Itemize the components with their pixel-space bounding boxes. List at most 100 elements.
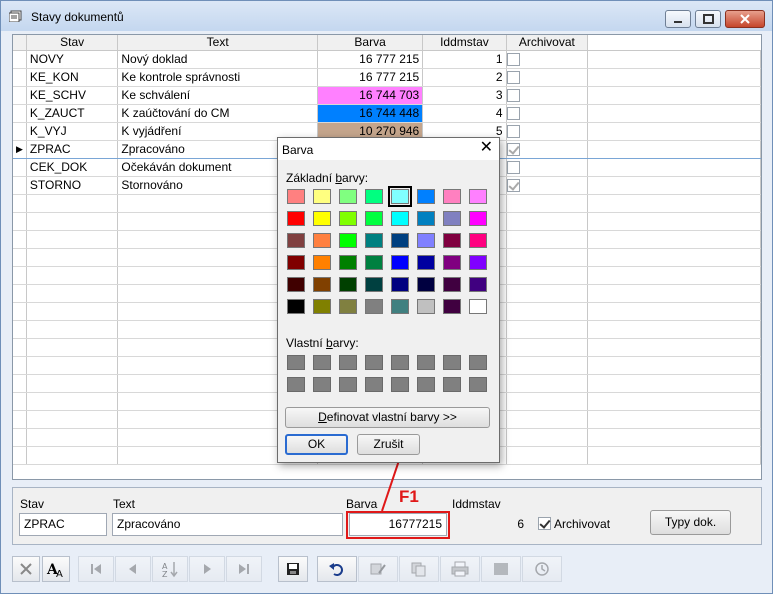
cell-archivovat[interactable] [506, 122, 589, 141]
color-swatch[interactable] [287, 233, 305, 248]
custom-color-swatch[interactable] [339, 355, 357, 370]
custom-color-swatch[interactable] [287, 355, 305, 370]
color-swatch[interactable] [391, 233, 409, 248]
archivovat-checkbox[interactable] [506, 142, 520, 156]
cell-archivovat[interactable] [506, 104, 589, 123]
color-swatch[interactable] [443, 277, 461, 292]
cell-archivovat[interactable] [506, 50, 589, 69]
stav-input[interactable]: ZPRAC [19, 513, 107, 536]
color-swatch[interactable] [443, 299, 461, 314]
cell-stav[interactable]: K_VYJ [26, 122, 119, 141]
cell-text[interactable]: Ke kontrole správnosti [117, 68, 318, 87]
color-swatch[interactable] [469, 277, 487, 292]
color-swatch[interactable] [365, 233, 383, 248]
cell-barva[interactable]: 16 744 448 [317, 104, 424, 123]
color-swatch[interactable] [313, 211, 331, 226]
cell-stav[interactable]: K_ZAUCT [26, 104, 119, 123]
color-swatch[interactable] [365, 255, 383, 270]
color-swatch[interactable] [287, 299, 305, 314]
cell-iddmstav[interactable]: 1 [422, 50, 507, 69]
color-swatch[interactable] [391, 211, 409, 226]
custom-color-swatch[interactable] [365, 377, 383, 392]
tb-font-button[interactable]: AA [42, 556, 70, 582]
tb-first-button[interactable] [78, 556, 114, 582]
close-window-button[interactable] [725, 10, 765, 28]
color-swatch[interactable] [469, 189, 487, 204]
color-swatch[interactable] [313, 299, 331, 314]
tb-copy-button[interactable] [399, 556, 439, 582]
cell-stav[interactable]: STORNO [26, 176, 119, 195]
define-custom-colors-button[interactable]: Definovat vlastní barvy >> [285, 407, 490, 428]
tb-undo-button[interactable] [317, 556, 357, 582]
color-swatch[interactable] [339, 255, 357, 270]
table-row[interactable]: K_ZAUCT K zaúčtování do CM 16 744 448 4 [13, 104, 761, 123]
color-swatch[interactable] [339, 189, 357, 204]
custom-color-swatch[interactable] [313, 355, 331, 370]
custom-color-swatch[interactable] [469, 355, 487, 370]
custom-color-swatch[interactable] [417, 377, 435, 392]
color-swatch[interactable] [339, 211, 357, 226]
color-swatch[interactable] [417, 255, 435, 270]
color-swatch[interactable] [287, 189, 305, 204]
ok-button[interactable]: OK [285, 434, 348, 455]
color-swatch[interactable] [391, 299, 409, 314]
color-swatch[interactable] [313, 277, 331, 292]
header-text[interactable]: Text [117, 35, 318, 51]
cell-text[interactable]: Nový doklad [117, 50, 318, 69]
tb-sort-button[interactable]: AZ [152, 556, 188, 582]
cancel-button[interactable]: Zrušit [357, 434, 420, 455]
custom-color-swatch[interactable] [443, 355, 461, 370]
custom-color-swatch[interactable] [339, 377, 357, 392]
cell-archivovat[interactable] [506, 68, 589, 87]
color-swatch[interactable] [287, 277, 305, 292]
table-row[interactable]: KE_SCHV Ke schválení 16 744 703 3 [13, 86, 761, 105]
cell-text[interactable]: K zaúčtování do CM [117, 104, 318, 123]
color-swatch[interactable] [417, 299, 435, 314]
cell-stav[interactable]: KE_SCHV [26, 86, 119, 105]
color-swatch[interactable] [469, 255, 487, 270]
color-swatch[interactable] [391, 255, 409, 270]
header-barva[interactable]: Barva [317, 35, 424, 51]
custom-color-swatch[interactable] [391, 355, 409, 370]
archivovat-checkbox[interactable] [506, 52, 520, 66]
dialog-close-icon[interactable]: ✕ [480, 140, 493, 156]
custom-color-swatch[interactable] [365, 355, 383, 370]
cell-iddmstav[interactable]: 3 [422, 86, 507, 105]
custom-color-swatch[interactable] [391, 377, 409, 392]
archivovat-checkbox[interactable] [506, 160, 520, 174]
header-stav[interactable]: Stav [26, 35, 119, 51]
color-swatch[interactable] [391, 277, 409, 292]
cell-archivovat[interactable] [506, 158, 589, 177]
color-swatch[interactable] [339, 233, 357, 248]
minimize-button[interactable] [665, 10, 691, 28]
color-swatch[interactable] [443, 255, 461, 270]
tb-close-button[interactable] [12, 556, 40, 582]
color-swatch[interactable] [313, 233, 331, 248]
color-swatch[interactable] [469, 299, 487, 314]
cell-iddmstav[interactable]: 2 [422, 68, 507, 87]
color-swatch[interactable] [339, 299, 357, 314]
cell-stav[interactable]: NOVY [26, 50, 119, 69]
tb-prev-button[interactable] [115, 556, 151, 582]
color-swatch[interactable] [469, 233, 487, 248]
cell-iddmstav[interactable]: 4 [422, 104, 507, 123]
color-swatch[interactable] [417, 189, 435, 204]
tb-save-button[interactable] [278, 556, 308, 582]
color-swatch[interactable] [469, 211, 487, 226]
tb-next-button[interactable] [189, 556, 225, 582]
custom-color-swatch[interactable] [443, 377, 461, 392]
color-swatch[interactable] [417, 277, 435, 292]
color-swatch[interactable] [417, 211, 435, 226]
custom-color-swatch[interactable] [287, 377, 305, 392]
color-swatch[interactable] [443, 233, 461, 248]
cell-stav[interactable]: ZPRAC [26, 139, 119, 159]
cell-text[interactable]: Ke schválení [117, 86, 318, 105]
cell-barva[interactable]: 16 777 215 [317, 68, 424, 87]
header-archivovat[interactable]: Archivovat [506, 35, 589, 51]
cell-barva[interactable]: 16 777 215 [317, 50, 424, 69]
cell-archivovat[interactable] [506, 139, 589, 159]
archivovat-checkbox[interactable] [506, 106, 520, 120]
archivovat-checkbox[interactable] [538, 517, 551, 530]
custom-color-swatch[interactable] [469, 377, 487, 392]
table-row[interactable]: NOVY Nový doklad 16 777 215 1 [13, 50, 761, 69]
